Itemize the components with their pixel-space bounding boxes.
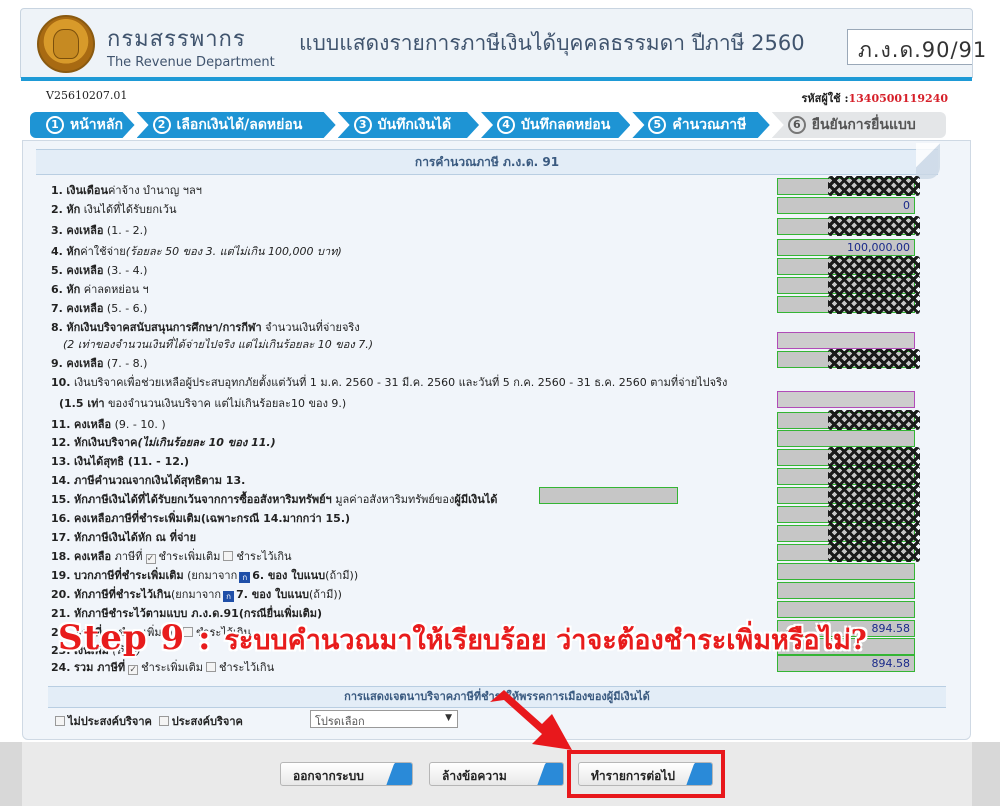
checkbox-no-donation[interactable]	[55, 716, 65, 726]
field-12[interactable]	[777, 430, 915, 447]
field-19[interactable]	[777, 563, 915, 580]
field-8[interactable]	[777, 332, 915, 349]
redaction-mask	[828, 216, 920, 236]
row-20: 20. หักภาษีที่ชำระไว้เกิน(ยกมาจากก 7. ของ…	[51, 588, 342, 602]
header-accent-line	[21, 77, 972, 81]
chevron-down-icon: ▼	[445, 713, 452, 723]
field-21[interactable]	[777, 601, 915, 618]
dept-name-english: The Revenue Department	[107, 55, 275, 70]
annotation-message: ระบบคำนวณมาให้เรียบร้อย ว่าจะต้องชำระเพิ…	[224, 625, 867, 656]
user-id-label: รหัสผู้ใช้ :1340500119240	[801, 92, 949, 105]
row-10-sub: (1.5 เท่า ของจำนวนเงินบริจาค แต่ไม่เกินร…	[59, 397, 347, 410]
redaction-mask	[828, 275, 920, 295]
row-8-sub: (2 เท่าของจำนวนเงินที่ได้จ่ายไปจริง แต่ไ…	[63, 338, 374, 351]
clear-button[interactable]: ล้างข้อความ	[429, 762, 564, 786]
row-15: 15. หักภาษีเงินได้ที่ได้รับยกเว้นจากการซ…	[51, 493, 498, 506]
field-16[interactable]	[777, 504, 920, 524]
checkbox-donate[interactable]	[158, 716, 169, 726]
donation-options: ไม่ประสงค์บริจาค ประสงค์บริจาค	[52, 712, 243, 730]
row-16: 16. คงเหลือภาษีที่ชำระเพิ่มเติม(เฉพาะกรณ…	[51, 512, 351, 525]
field-4[interactable]: 100,000.00	[777, 239, 915, 256]
user-id-value: 1340500119240	[848, 92, 949, 105]
field-7[interactable]	[777, 294, 920, 314]
row-10: 10. เงินบริจาคเพื่อช่วยเหลือผู้ประสบอุทก…	[51, 376, 728, 389]
field-5[interactable]	[777, 256, 920, 276]
row-13: 13. เงินได้สุทธิ (11. - 12.)	[51, 455, 190, 468]
field-20[interactable]	[777, 582, 915, 599]
step-select-income[interactable]: 2 เลือกเงินได้/ลดหย่อน	[137, 112, 336, 138]
redaction-mask	[828, 447, 920, 467]
step-record-income[interactable]: 3 บันทึกเงินได้	[338, 112, 479, 138]
row-4: 4. หักค่าใช้จ่าย(ร้อยละ 50 ของ 3. แต่ไม่…	[51, 245, 342, 258]
field-18[interactable]	[777, 542, 920, 562]
checkbox-overpaid[interactable]	[205, 662, 216, 672]
row-3: 3. คงเหลือ (1. - 2.)	[51, 224, 148, 237]
row-7: 7. คงเหลือ (5. - 6.)	[51, 302, 148, 315]
row-17: 17. หักภาษีเงินได้หัก ณ ที่จ่าย	[51, 531, 197, 544]
revenue-logo-icon	[37, 15, 95, 73]
redaction-mask	[828, 294, 920, 314]
row-12: 12. หักเงินบริจาค(ไม่เกินร้อยละ 10 ของ 1…	[51, 436, 276, 449]
redaction-mask	[828, 523, 920, 543]
field-9[interactable]	[777, 349, 920, 369]
dept-name-thai: กรมสรรพากร	[107, 27, 246, 52]
field-10[interactable]	[777, 391, 915, 408]
row-8: 8. หักเงินบริจาคสนับสนุนการศึกษา/การกีฬา…	[51, 321, 360, 334]
exit-button[interactable]: ออกจากระบบ	[280, 762, 413, 786]
step-calculate-tax[interactable]: 5 คำนวณภาษี	[632, 112, 769, 138]
field-13[interactable]	[777, 447, 920, 467]
row-2: 2. หัก เงินได้ที่ได้รับยกเว้น	[51, 203, 177, 216]
redaction-mask	[828, 410, 920, 430]
row-1: 1. เงินเดือนค่าจ้าง บำนาญ ฯลฯ	[51, 184, 202, 197]
step-annotation: Step 9 : ระบบคำนวณมาให้เรียบร้อย ว่าจะต้…	[58, 618, 867, 658]
field-1[interactable]	[777, 176, 920, 196]
field-11[interactable]	[777, 410, 920, 430]
redaction-mask	[828, 466, 920, 486]
page-title: แบบแสดงรายการภาษีเงินได้บุคคลธรรมดา ปีภา…	[299, 31, 805, 55]
field-3[interactable]	[777, 216, 920, 236]
checkbox-pay-more[interactable]: ✓	[145, 554, 156, 564]
section-title: การคำนวณภาษี ภ.ง.ด. 91	[36, 149, 938, 175]
field-14[interactable]	[777, 466, 920, 486]
redaction-mask	[828, 485, 920, 505]
row-6: 6. หัก ค่าลดหย่อน ฯ	[51, 283, 149, 296]
app-header: กรมสรรพากร The Revenue Department แบบแสด…	[20, 8, 986, 81]
wizard-steps: 1 หน้าหลัก 2 เลือกเงินได้/ลดหย่อน 3 บันทึกเ…	[30, 112, 948, 138]
checkbox-pay-more[interactable]: ✓	[128, 665, 139, 675]
row-18: 18. คงเหลือ ภาษีที่ ✓ ชำระเพิ่มเติม ชำระไว้…	[51, 550, 292, 564]
row-14: 14. ภาษีคำนวณจากเงินได้สุทธิตาม 13.	[51, 474, 246, 487]
row-19: 19. บวกภาษีที่ชำระเพิ่มเติม (ยกมาจากก 6. …	[51, 569, 359, 583]
redaction-mask	[828, 256, 920, 276]
button-tab-decoration	[385, 763, 412, 785]
redaction-mask	[828, 176, 920, 196]
redaction-mask	[828, 504, 920, 524]
checkbox-overpaid[interactable]	[223, 551, 234, 561]
step-record-deduction[interactable]: 4 บันทึกลดหย่อน	[481, 112, 630, 138]
redaction-mask	[828, 349, 920, 369]
next-button-highlight	[567, 750, 725, 798]
party-select[interactable]: โปรดเลือก ▼	[310, 710, 458, 728]
attachment-ref-icon: ก	[223, 591, 235, 602]
row-5: 5. คงเหลือ (3. - 4.)	[51, 264, 148, 277]
button-tab-decoration	[536, 763, 563, 785]
field-6[interactable]	[777, 275, 920, 295]
field-15-property-value[interactable]	[539, 487, 678, 504]
form-code-badge: ภ.ง.ด.90/91	[847, 29, 986, 65]
redaction-mask	[828, 542, 920, 562]
red-arrow-icon	[490, 690, 572, 750]
field-15[interactable]	[777, 485, 920, 505]
version-label: V25610207.01	[46, 89, 128, 102]
row-11: 11. คงเหลือ (9. - 10. )	[51, 418, 166, 431]
row-9: 9. คงเหลือ (7. - 8.)	[51, 357, 148, 370]
page-curl-decoration	[916, 143, 940, 179]
step-confirm-filing: 6 ยืนยันการยื่นแบบ	[771, 112, 946, 138]
step-home[interactable]: 1 หน้าหลัก	[30, 112, 135, 138]
attachment-ref-icon: ก	[239, 572, 251, 583]
field-17[interactable]	[777, 523, 920, 543]
field-2[interactable]: 0	[777, 197, 915, 214]
